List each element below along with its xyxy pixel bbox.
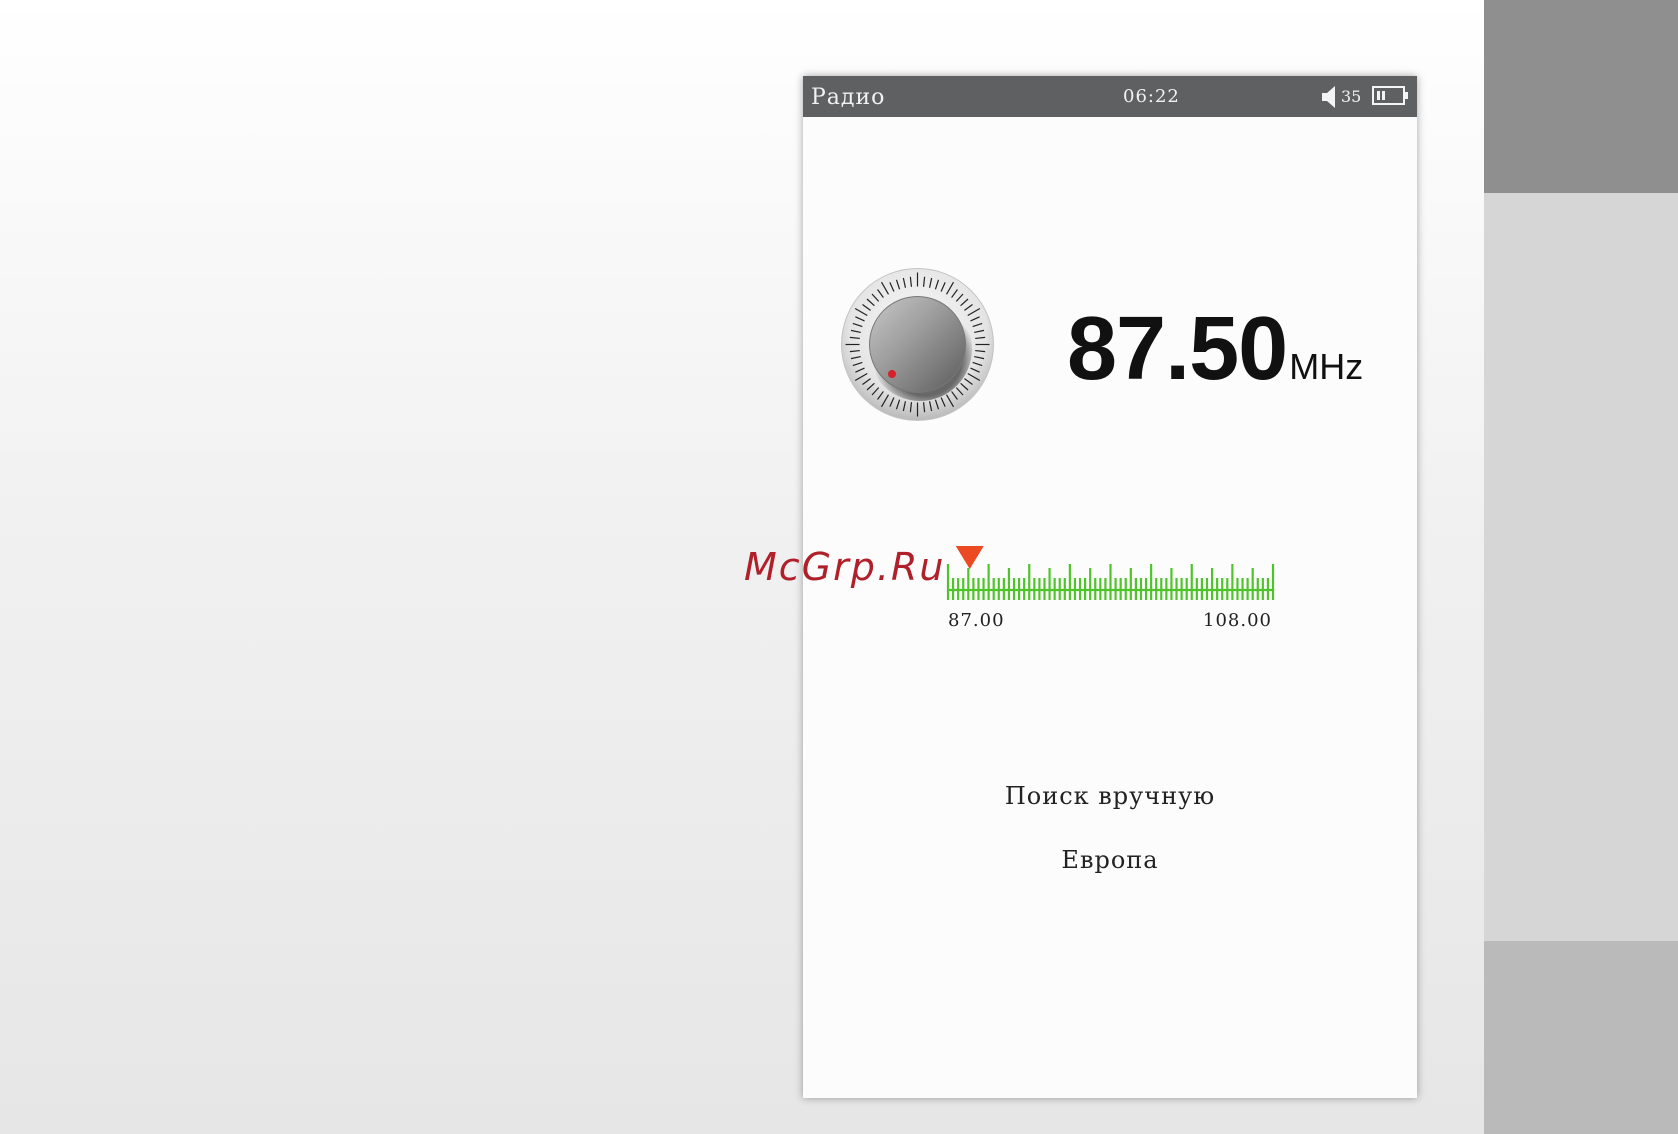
speaker-icon (1321, 85, 1339, 113)
volume-level: 35 (1341, 87, 1362, 106)
tuning-knob-icon[interactable] (840, 267, 995, 426)
frequency-value: 87.50 (1067, 299, 1288, 399)
side-panel-top (1484, 0, 1678, 193)
frequency-display: 87.50MHz (1067, 298, 1363, 401)
frequency-unit: MHz (1289, 346, 1364, 387)
battery-icon (1372, 85, 1410, 111)
frequency-scale[interactable] (943, 536, 1283, 610)
side-panel-bottom (1484, 941, 1678, 1134)
frequency-marker[interactable] (955, 546, 984, 569)
side-panel-middle (1484, 193, 1678, 941)
clock: 06:22 (1123, 86, 1180, 107)
scale-min-label: 87.00 (948, 610, 1005, 631)
knob-indicator-dot (888, 370, 896, 378)
status-bar: Радио 06:22 35 (803, 76, 1417, 117)
screen-title: Радио (811, 85, 886, 110)
menu-item-manual-search[interactable]: Поиск вручную (803, 782, 1417, 810)
watermark: McGrp.Ru (744, 545, 946, 589)
scale-max-label: 108.00 (1203, 610, 1272, 631)
menu-item-region-europe[interactable]: Европа (803, 846, 1417, 874)
